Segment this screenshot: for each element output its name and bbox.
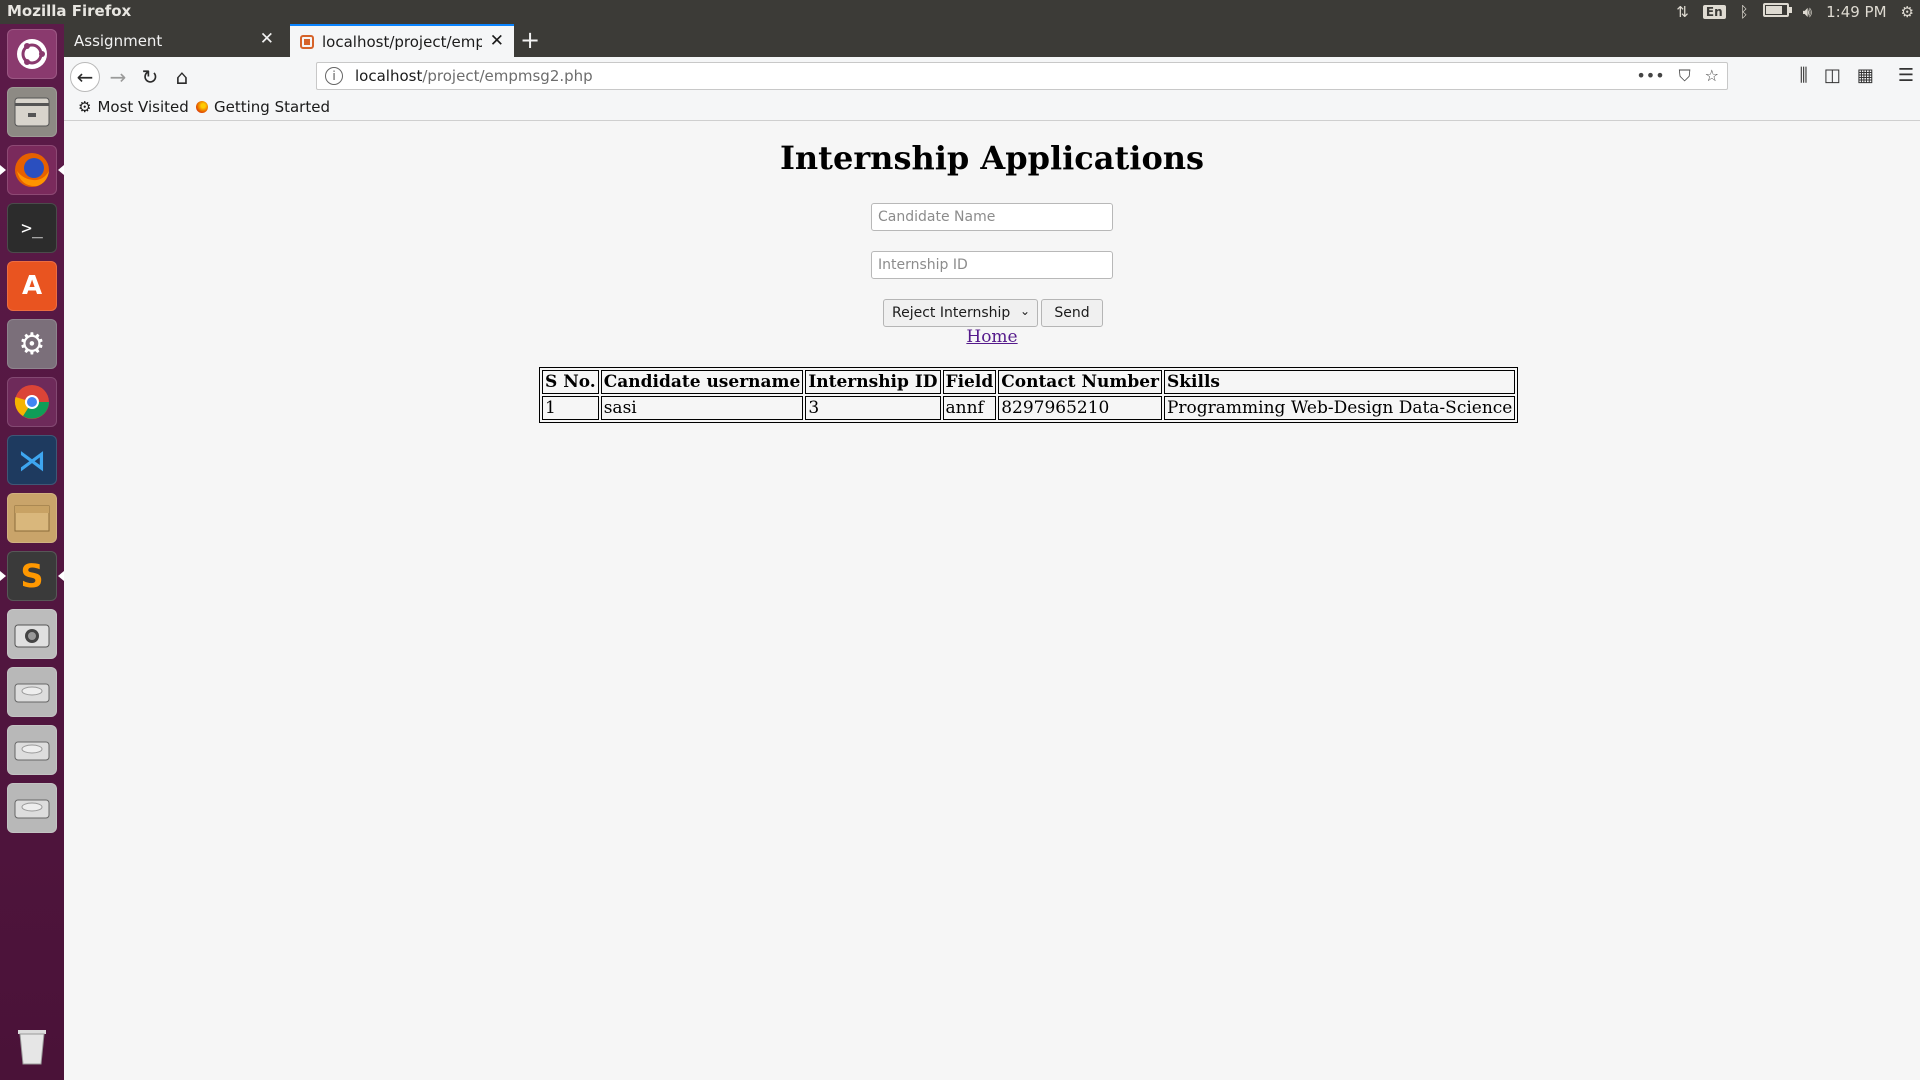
drive-icon[interactable] [7,725,57,775]
home-icon[interactable]: ⌂ [168,63,196,91]
bookmarks-toolbar: ⚙ Most Visited Getting Started [64,97,1920,121]
top-panel: Mozilla Firefox ⇅ En ᛒ 🔊︎ 1:49 PM ⚙ [0,0,1920,24]
url-bar[interactable]: i localhost/project/empmsg2.php ••• ⛉ ☆ [316,62,1728,90]
system-settings-icon[interactable]: ⚙ [7,319,57,369]
files-icon[interactable] [7,87,57,137]
column-header: Candidate username [600,370,804,394]
table-cell: 8297965210 [998,396,1162,420]
back-arrow-icon[interactable]: ← [70,62,100,92]
page-title: Internship Applications [779,139,1205,177]
column-header: S No. [542,370,599,394]
tab-assignment[interactable]: Assignment ✕ [64,24,284,57]
table-cell: Programming Web-Design Data-Science [1163,396,1516,420]
terminal-icon[interactable]: >_ [7,203,57,253]
extensions-icon[interactable]: ▦ [1857,65,1874,86]
keyboard-layout-indicator[interactable]: En [1702,5,1726,19]
column-header: Contact Number [998,370,1162,394]
column-header: Skills [1163,370,1516,394]
firefox-icon[interactable] [0,145,64,195]
clock[interactable]: 1:49 PM [1826,3,1886,21]
settings-gear-icon[interactable]: ⚙ [1901,3,1914,21]
camera-icon[interactable] [7,609,57,659]
library-icon[interactable]: ⫼ [1800,65,1808,86]
system-tray: ⇅ En ᛒ 🔊︎ 1:49 PM ⚙ [1676,0,1914,24]
tab-label: localhost/project/empm [322,32,482,51]
reload-icon[interactable]: ↻ [136,63,164,91]
firefox-logo-icon [196,101,208,113]
send-button[interactable]: Send [1041,299,1103,327]
home-link-container: Home [64,327,1920,347]
bookmark-getting-started[interactable]: Getting Started [196,98,330,116]
table-cell: 3 [805,396,941,420]
tab-label: Assignment [74,31,163,50]
sublime-text-icon[interactable]: S [0,551,64,601]
chevron-down-icon: ⌄ [1019,304,1030,318]
bluetooth-icon[interactable]: ᛒ [1740,3,1749,21]
gear-icon: ⚙ [78,98,92,116]
site-info-icon[interactable]: i [325,67,343,85]
internship-id-input[interactable] [871,251,1113,279]
table-cell: sasi [600,396,804,420]
new-tab-icon[interactable]: + [520,26,540,54]
ubuntu-dash-icon[interactable] [7,29,57,79]
candidate-name-input[interactable] [871,203,1113,231]
menu-hamburger-icon[interactable]: ☰ [1898,65,1914,86]
archive-icon[interactable] [7,493,57,543]
battery-icon[interactable] [1762,3,1792,21]
table-header-row: S No. Candidate username Internship ID F… [542,370,1516,394]
url-host: localhost [355,67,423,85]
table-cell: annf [942,396,997,420]
bookmark-most-visited[interactable]: ⚙ Most Visited [78,98,189,116]
trash-icon[interactable] [7,1020,57,1070]
software-center-icon[interactable]: A [7,261,57,311]
page-favicon-icon [300,34,314,49]
action-select-value: Reject Internship [892,305,1011,321]
url-path: /project/empmsg2.php [422,67,593,85]
launcher: >_ A ⚙ ⋊ S [0,24,65,1080]
tab-strip: Assignment ✕ localhost/project/empm ✕ + [64,24,1920,57]
window-title: Mozilla Firefox [7,2,132,20]
navigation-toolbar: ← → ↻ ⌂ i localhost/project/empmsg2.php … [64,57,1920,97]
sidebar-icon[interactable]: ◫ [1824,65,1841,86]
column-header: Internship ID [805,370,941,394]
vscode-icon[interactable]: ⋊ [7,435,57,485]
close-tab-icon[interactable]: ✕ [490,31,504,51]
column-header: Field [942,370,997,394]
drive-icon[interactable] [7,783,57,833]
close-tab-icon[interactable]: ✕ [260,29,274,49]
network-icon[interactable]: ⇅ [1676,3,1689,21]
applications-table: S No. Candidate username Internship ID F… [539,367,1519,423]
home-link[interactable]: Home [966,327,1017,347]
bookmark-star-icon[interactable]: ☆ [1705,66,1719,86]
drive-icon[interactable] [7,667,57,717]
bookmark-label: Getting Started [214,98,330,116]
pocket-icon[interactable]: ⛉ [1679,66,1691,86]
volume-icon[interactable]: 🔊︎ [1803,3,1812,21]
table-cell: 1 [542,396,599,420]
page-actions-icon[interactable]: ••• [1636,66,1664,86]
bookmark-label: Most Visited [97,98,189,116]
tab-empmsg2[interactable]: localhost/project/empm ✕ [290,24,514,57]
forward-arrow-icon[interactable]: → [104,63,132,91]
chrome-icon[interactable] [7,377,57,427]
page-content: Internship Applications Reject Internshi… [64,121,1920,1080]
table-row: 1 sasi 3 annf 8297965210 Programming Web… [542,396,1516,420]
action-select[interactable]: Reject Internship ⌄ [883,299,1038,327]
